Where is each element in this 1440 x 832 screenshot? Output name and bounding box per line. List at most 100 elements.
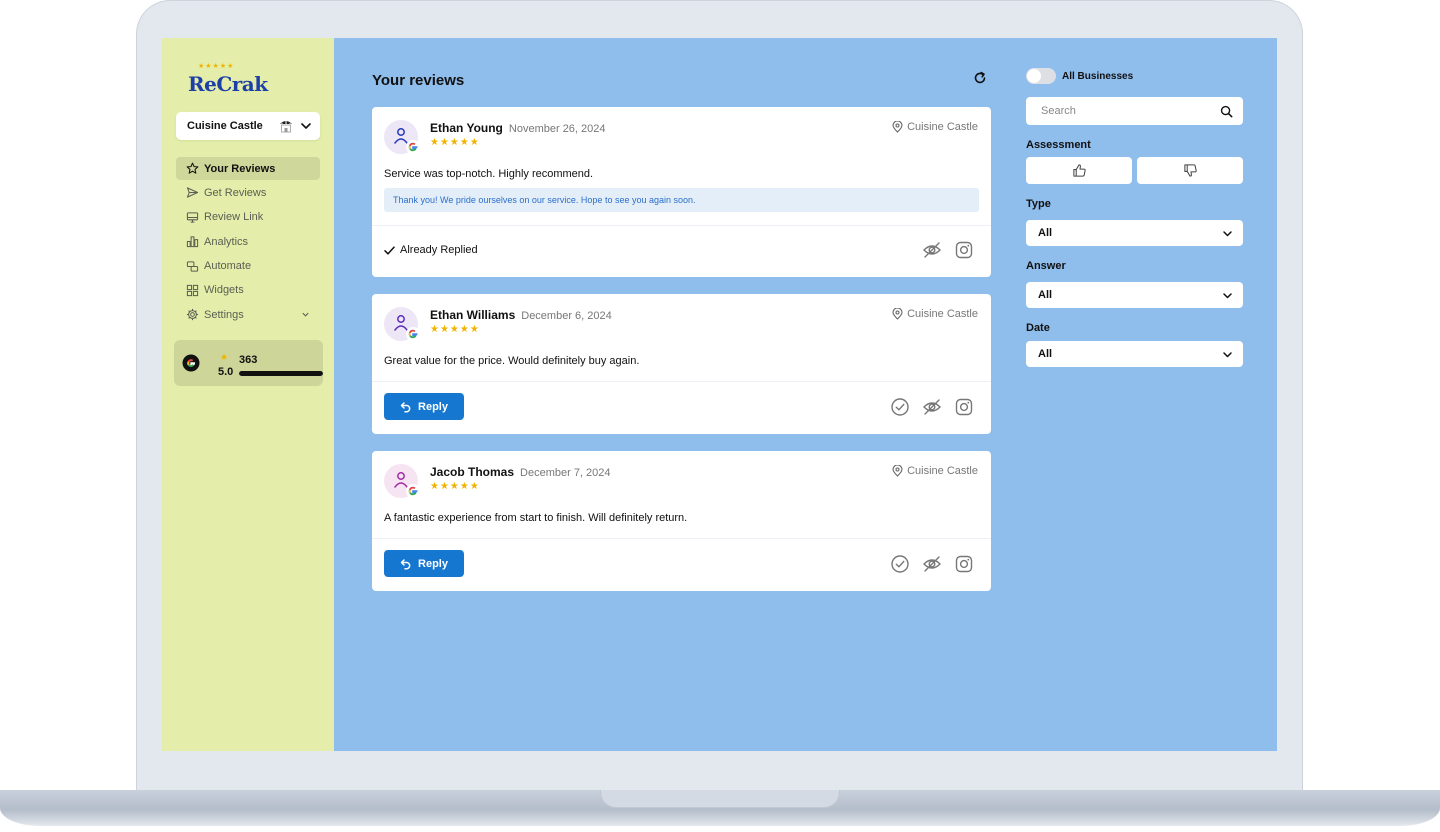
chevron-down-icon: [301, 123, 311, 129]
hide-review-button[interactable]: [922, 240, 942, 260]
business-selector-value: Cuisine Castle: [187, 120, 263, 132]
sidebar-item-label: Get Reviews: [204, 186, 267, 199]
rating-star-icon: ★: [220, 352, 229, 362]
search-input[interactable]: [1041, 105, 1220, 117]
app-screen: ★★★★★ ReCrak Cuisine Castle Your Reviews…: [162, 38, 1277, 751]
sidebar-item-widgets[interactable]: Widgets: [176, 279, 320, 302]
reviewer-name-text: Ethan Williams: [430, 308, 516, 322]
reviewer-name-text: Jacob Thomas: [430, 465, 515, 479]
google-icon: [182, 354, 200, 372]
avatar: [384, 307, 420, 341]
share-instagram-button[interactable]: [954, 554, 974, 574]
page-title: Your reviews: [372, 72, 465, 89]
review-date: December 7, 2024: [520, 467, 611, 479]
instagram-icon: [955, 241, 973, 259]
sidebar-item-label: Widgets: [204, 284, 244, 297]
review-location-text: Cuisine Castle: [907, 121, 978, 133]
sidebar-item-analytics[interactable]: Analytics: [176, 230, 320, 253]
avatar: [384, 464, 420, 498]
type-dropdown-value: All: [1038, 227, 1053, 239]
gear-icon: [186, 309, 199, 321]
review-stars: ★★★★★: [430, 481, 480, 492]
sidebar-item-review-link[interactable]: Review Link: [176, 206, 320, 229]
automate-icon: [186, 260, 199, 272]
review-stars: ★★★★★: [430, 137, 480, 148]
type-dropdown[interactable]: All: [1026, 220, 1243, 246]
hide-review-button[interactable]: [922, 397, 942, 417]
check-circle-icon: [891, 555, 909, 573]
refresh-icon[interactable]: [973, 71, 987, 85]
search-box: [1026, 97, 1243, 125]
thumbs-down-icon: [1183, 164, 1197, 177]
reviewer-name-text: Ethan Young: [430, 121, 503, 135]
answer-dropdown[interactable]: All: [1026, 282, 1243, 308]
rating-progress-fill: [239, 371, 323, 376]
sidebar-item-your-reviews[interactable]: Your Reviews: [176, 157, 320, 180]
location-pin-icon: [892, 121, 903, 133]
date-label: Date: [1026, 322, 1050, 334]
share-instagram-button[interactable]: [954, 240, 974, 260]
chevron-down-icon: [1223, 292, 1232, 298]
reply-button[interactable]: Reply: [384, 550, 464, 577]
all-businesses-toggle-row: All Businesses: [1026, 68, 1133, 84]
already-replied-label: Already Replied: [400, 244, 478, 256]
date-dropdown[interactable]: All: [1026, 341, 1243, 367]
sidebar-item-label: Review Link: [204, 211, 264, 224]
sidebar: ★★★★★ ReCrak Cuisine Castle Your Reviews…: [162, 38, 334, 751]
review-date: November 26, 2024: [508, 123, 606, 135]
logo-text: ReCrak: [188, 72, 268, 96]
monitor-icon: [186, 212, 199, 223]
reply-button[interactable]: Reply: [384, 393, 464, 420]
google-icon: [408, 142, 418, 152]
eye-off-icon: [923, 399, 941, 415]
location-pin-icon: [892, 465, 903, 477]
review-card: Ethan Young November 26, 2024 ★★★★★ Cuisi…: [372, 107, 991, 277]
sidebar-item-label: Settings: [204, 308, 244, 321]
avatar: [384, 120, 420, 154]
instagram-icon: [955, 398, 973, 416]
divider: [372, 538, 991, 539]
mark-done-button[interactable]: [890, 554, 910, 574]
search-icon[interactable]: [1220, 105, 1233, 118]
widgets-icon: [186, 284, 199, 297]
business-selector[interactable]: Cuisine Castle: [176, 112, 320, 140]
reviewer-name: Ethan Young November 26, 2024: [430, 121, 606, 135]
all-businesses-toggle[interactable]: [1026, 68, 1056, 84]
check-icon: [384, 245, 395, 255]
thumbs-down-filter-button[interactable]: [1137, 157, 1243, 184]
reply-button-label: Reply: [418, 400, 448, 413]
sidebar-item-label: Your Reviews: [204, 162, 276, 175]
sidebar-item-automate[interactable]: Automate: [176, 255, 320, 278]
review-date: December 6, 2024: [521, 310, 612, 322]
answer-dropdown-value: All: [1038, 289, 1053, 301]
star-outline-icon: [186, 162, 199, 174]
check-circle-icon: [891, 398, 909, 416]
rating-score: 5.0: [218, 366, 234, 378]
divider: [372, 225, 991, 226]
chevron-down-icon: [1223, 230, 1232, 236]
app-logo[interactable]: ★★★★★ ReCrak: [188, 62, 268, 98]
hide-review-button[interactable]: [922, 554, 942, 574]
send-icon: [186, 187, 199, 199]
rating-progress-bar: [239, 371, 323, 376]
owner-reply: Thank you! We pride ourselves on our ser…: [384, 188, 979, 212]
eye-off-icon: [923, 556, 941, 572]
google-rating-card[interactable]: ★ 5.0 363: [174, 340, 323, 386]
type-label: Type: [1026, 198, 1051, 210]
google-icon: [408, 329, 418, 339]
thumbs-up-filter-button[interactable]: [1026, 157, 1132, 184]
review-location-text: Cuisine Castle: [907, 308, 978, 320]
sidebar-item-label: Automate: [204, 260, 252, 273]
reply-arrow-icon: [400, 401, 411, 413]
chevron-down-icon: [1223, 351, 1232, 357]
review-location-text: Cuisine Castle: [907, 465, 978, 477]
sidebar-item-get-reviews[interactable]: Get Reviews: [176, 181, 320, 204]
thumbs-up-icon: [1072, 164, 1086, 177]
mark-done-button[interactable]: [890, 397, 910, 417]
share-instagram-button[interactable]: [954, 397, 974, 417]
chevron-down-icon: [302, 313, 309, 317]
sidebar-item-settings[interactable]: Settings: [176, 303, 320, 326]
logo-stars: ★★★★★: [198, 63, 235, 70]
reply-arrow-icon: [400, 558, 411, 570]
divider: [372, 381, 991, 382]
